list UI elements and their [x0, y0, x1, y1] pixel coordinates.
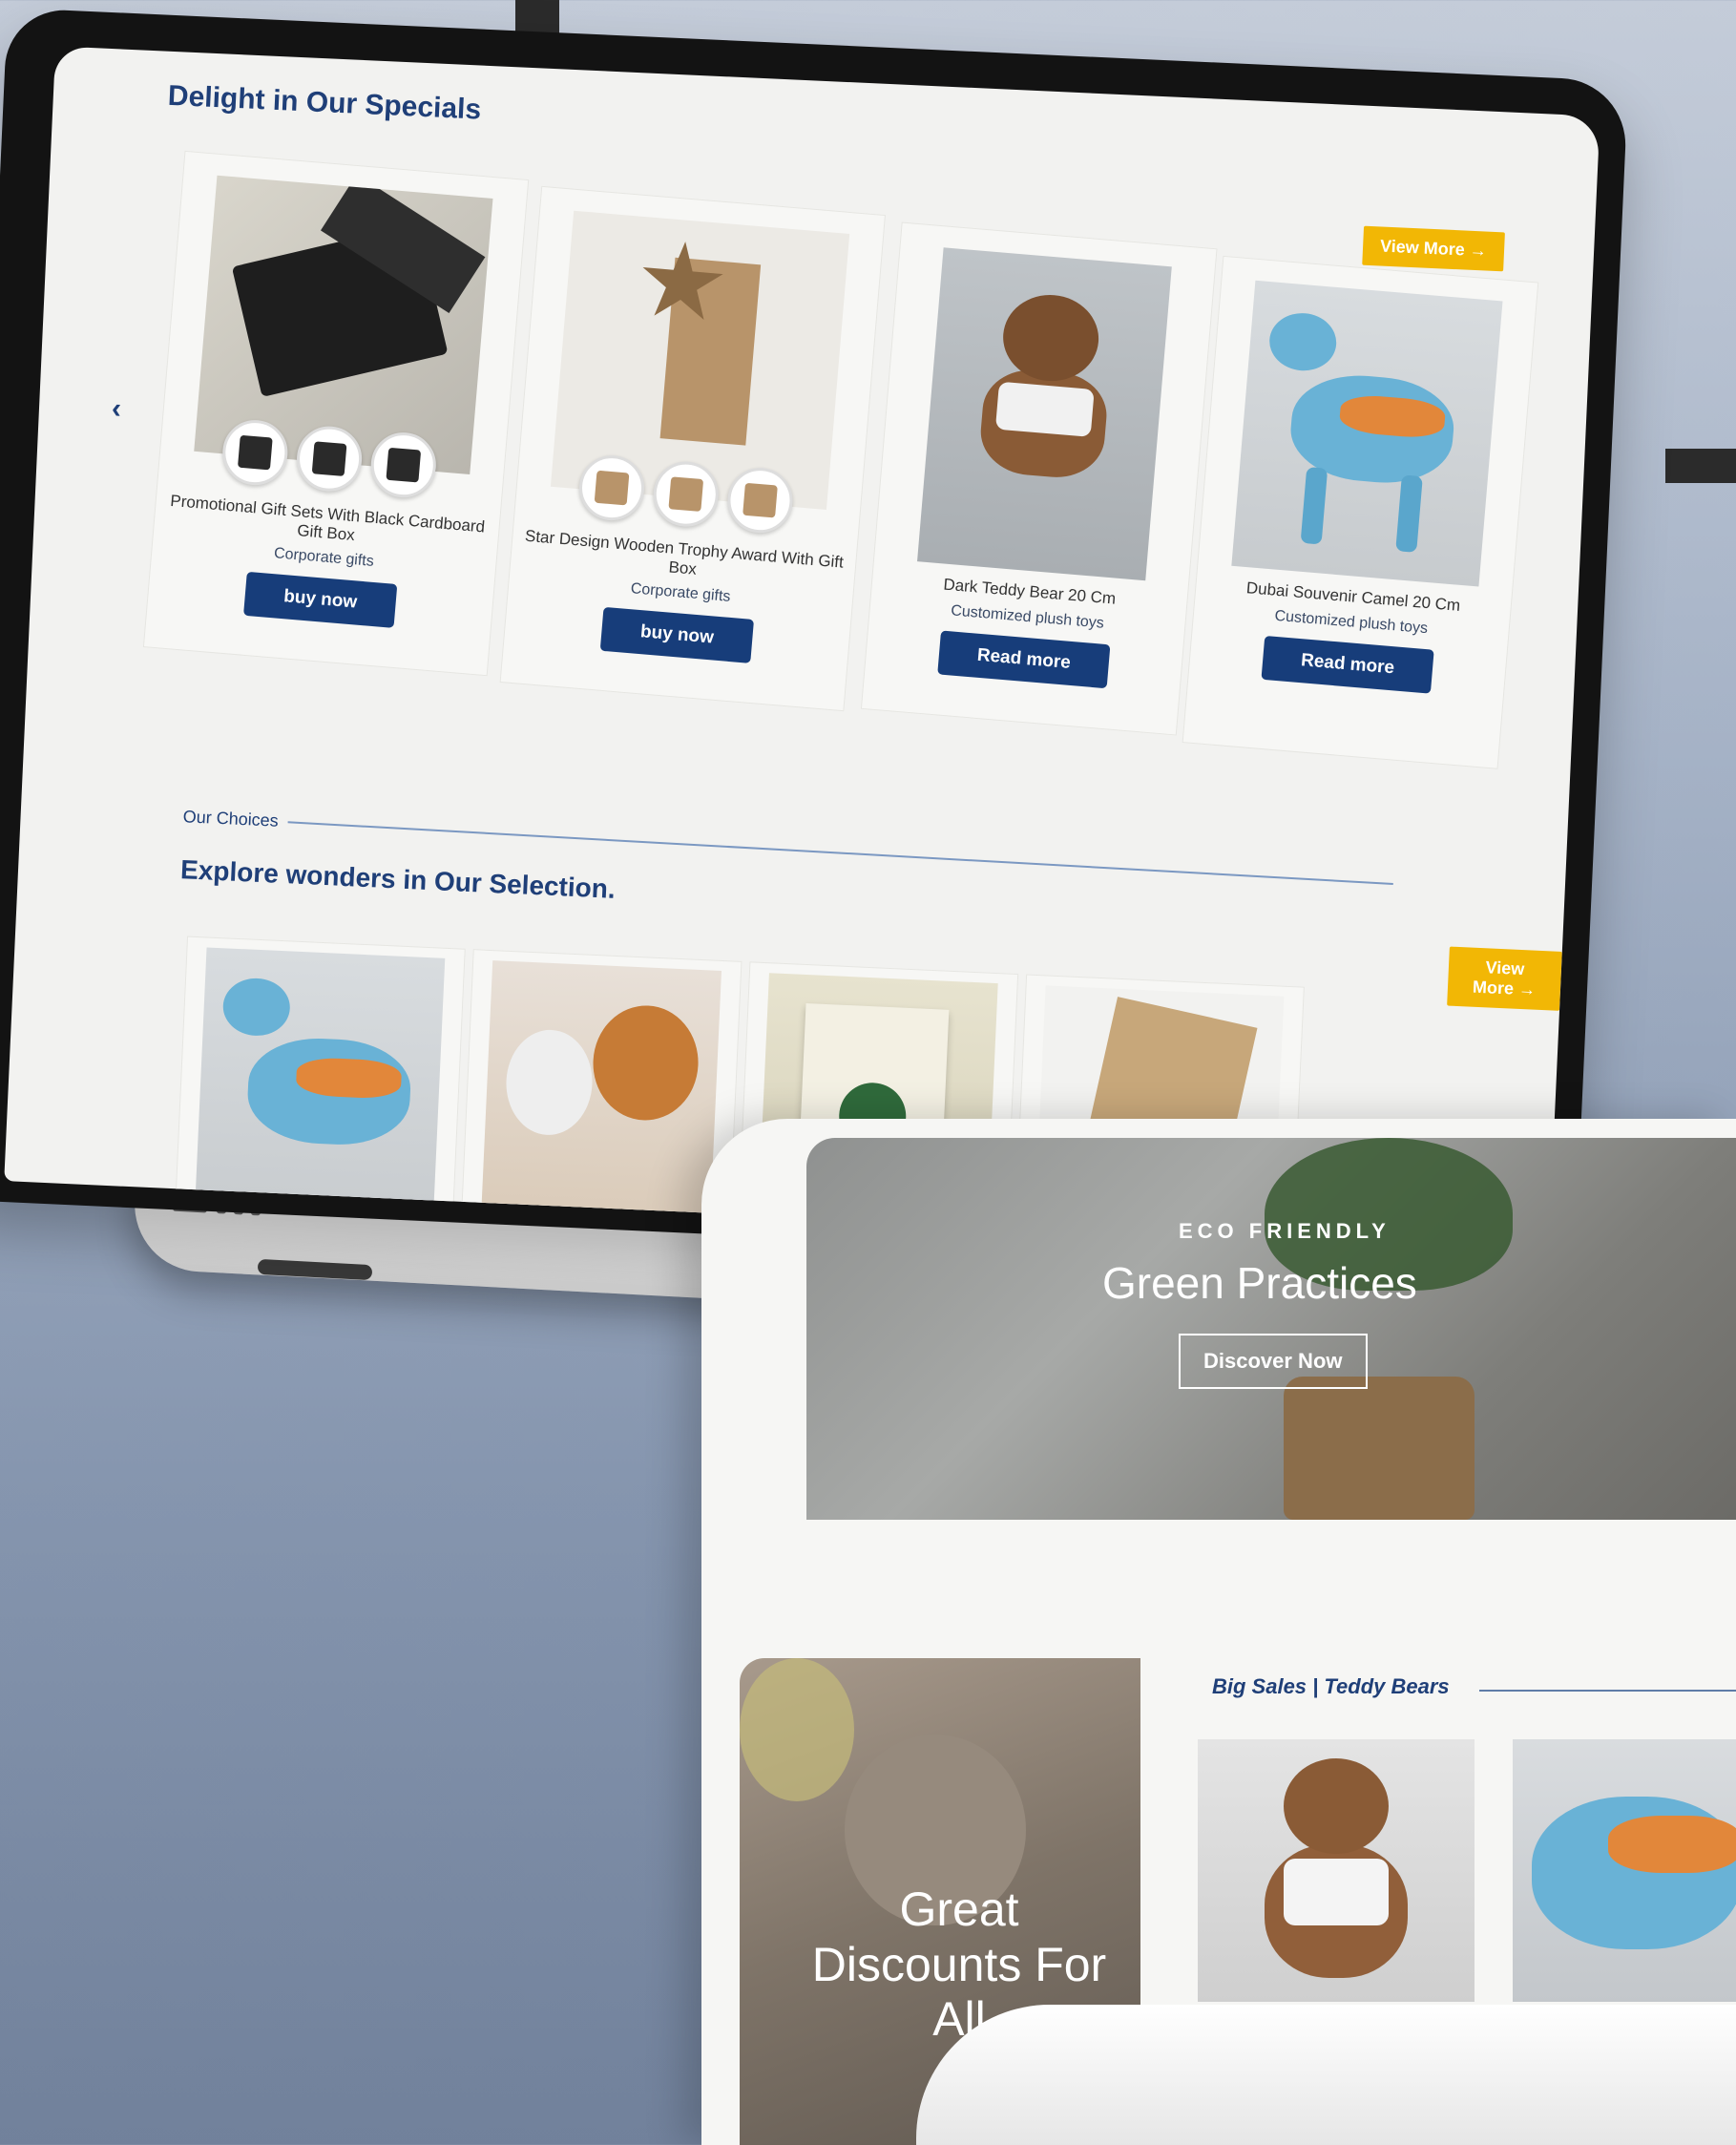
buy-now-button[interactable]: buy now	[600, 606, 754, 663]
paper-fold	[916, 2005, 1736, 2145]
divider	[1479, 1690, 1736, 1692]
buy-now-button[interactable]: buy now	[243, 571, 397, 628]
chevron-left-icon[interactable]: ‹	[111, 392, 121, 425]
page-continuation: ECO FRIENDLY Green Practices Discover No…	[701, 1119, 1736, 2145]
specials-view-more-button[interactable]: View More →	[1362, 225, 1505, 272]
hero-headline: Green Practices	[1102, 1258, 1417, 1308]
product-category: Customized plush toys	[1273, 607, 1429, 637]
product-category: Corporate gifts	[273, 545, 375, 570]
hero-banner: ECO FRIENDLY Green Practices Discover No…	[806, 1138, 1736, 1520]
laptop-screen: Delight in Our Specials View More → ‹ Pr…	[4, 46, 1600, 1251]
read-more-button[interactable]: Read more	[937, 630, 1111, 688]
thumbnail[interactable]	[651, 458, 722, 530]
product-card[interactable]: Promotional Gift Sets With Black Cardboa…	[142, 150, 530, 677]
choices-view-more-button[interactable]: View More →	[1447, 946, 1562, 1011]
read-more-button[interactable]: Read more	[1261, 635, 1434, 694]
product-image	[1231, 280, 1503, 587]
thumbnail[interactable]	[220, 417, 291, 488]
plush-image	[740, 1658, 854, 1801]
sales-label: Big Sales | Teddy Bears	[1212, 1674, 1450, 1698]
laptop-frame: Delight in Our Specials View More → ‹ Pr…	[0, 8, 1629, 1273]
choices-title: Explore wonders in Our Selection.	[179, 854, 617, 904]
sale-product-card[interactable]	[1198, 1739, 1475, 2002]
pot-image	[1284, 1377, 1475, 1520]
product-image	[917, 247, 1172, 581]
sale-product-card[interactable]	[1513, 1739, 1736, 2002]
thumbnail[interactable]	[368, 430, 439, 500]
hero-eyebrow: ECO FRIENDLY	[1179, 1219, 1391, 1243]
product-card[interactable]: Dubai Souvenir Camel 20 Cm Customized pl…	[1182, 255, 1539, 769]
product-category: Corporate gifts	[630, 580, 732, 605]
product-image	[480, 960, 722, 1248]
background-bar-right	[1665, 449, 1736, 483]
discover-now-button[interactable]: Discover Now	[1179, 1334, 1368, 1389]
thumbnail[interactable]	[724, 465, 796, 536]
product-category: Customized plush toys	[950, 601, 1105, 632]
product-name: Dubai Souvenir Camel 20 Cm	[1245, 578, 1461, 615]
selection-card[interactable]	[174, 936, 466, 1237]
selection-card[interactable]	[460, 949, 743, 1250]
product-image	[194, 947, 446, 1235]
choices-label: Our Choices	[182, 807, 280, 831]
product-card[interactable]: ★ Star Design Wooden Trophy Award With G…	[499, 185, 886, 712]
product-name: Promotional Gift Sets With Black Cardboa…	[169, 491, 486, 544]
product-name: Star Design Wooden Trophy Award With Gif…	[524, 526, 845, 578]
specials-title: Delight in Our Specials	[167, 79, 482, 126]
product-card[interactable]: Dark Teddy Bear 20 Cm Customized plush t…	[860, 221, 1218, 736]
thumbnail[interactable]	[576, 452, 647, 523]
thumbnail[interactable]	[294, 423, 365, 494]
